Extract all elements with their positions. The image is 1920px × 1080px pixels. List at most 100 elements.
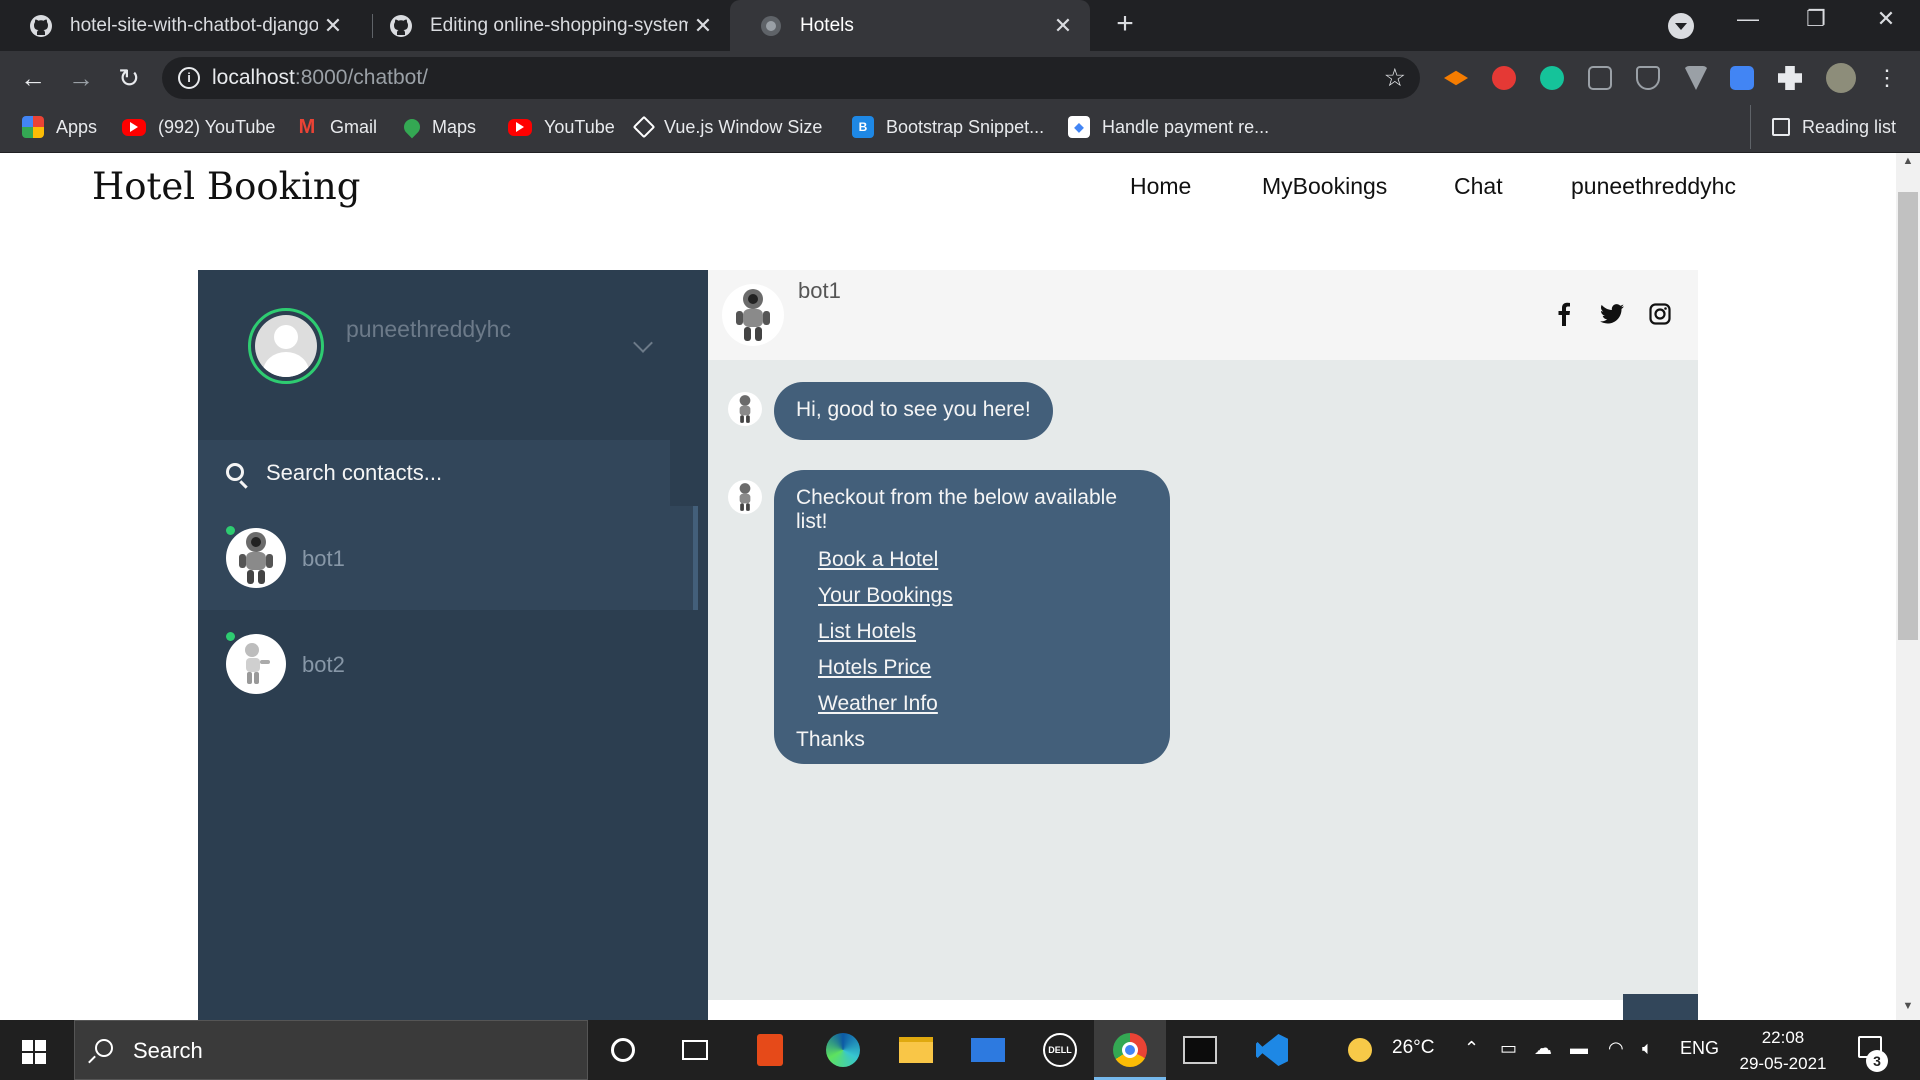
screen-capture-icon[interactable] (1730, 66, 1754, 90)
bookmark-gmail[interactable]: M Gmail (296, 105, 377, 149)
instagram-icon[interactable] (1646, 300, 1674, 328)
attachment-icon[interactable] (1563, 1000, 1623, 1020)
cortana-icon[interactable] (603, 1030, 643, 1070)
nav-chat[interactable]: Chat (1454, 173, 1503, 200)
tab-hotels[interactable]: Hotels ✕ (730, 0, 1090, 51)
tab-github-editing[interactable]: Editing online-shopping-system- ✕ (360, 0, 730, 51)
bot-avatar-icon (226, 634, 286, 694)
restore-icon[interactable]: ❐ (1786, 6, 1846, 32)
site-brand[interactable]: Hotel Booking (92, 165, 360, 208)
message-input[interactable] (708, 1000, 1563, 1020)
terminal-icon[interactable] (1180, 1030, 1220, 1070)
bookmark-bootstrap-snippet[interactable]: B Bootstrap Snippet... (852, 105, 1044, 149)
tab-search-icon[interactable] (1668, 13, 1694, 39)
battery-icon[interactable]: ▬ (1570, 1038, 1588, 1059)
reading-list-label: Reading list (1802, 116, 1897, 137)
bookmark-apps[interactable]: Apps (22, 105, 97, 149)
bookmark-youtube-992[interactable]: (992) YouTube (122, 105, 275, 149)
bookmark-handle-payment[interactable]: ◆ Handle payment re... (1068, 105, 1269, 149)
extension-code-icon[interactable] (1588, 66, 1612, 90)
wifi-icon[interactable]: ◠ (1608, 1038, 1624, 1059)
volume-icon[interactable]: 🔈︎ (1642, 1038, 1653, 1059)
weather-moon-icon[interactable] (1348, 1038, 1372, 1062)
nav-user[interactable]: puneethreddyhc (1571, 173, 1736, 200)
nav-home[interactable]: Home (1130, 173, 1191, 200)
message-outro: Thanks (796, 728, 865, 751)
payment-icon: ◆ (1068, 116, 1090, 138)
site-info-icon[interactable]: i (178, 67, 200, 89)
clock-time: 22:08 (1761, 1028, 1805, 1047)
onedrive-icon[interactable]: ☁ (1534, 1038, 1552, 1059)
browser-tab-bar: hotel-site-with-chatbot-django-n ✕ Editi… (0, 0, 1920, 51)
menu-kebab-icon[interactable]: ⋮ (1870, 61, 1904, 95)
close-window-icon[interactable]: ✕ (1856, 6, 1916, 32)
chevron-up-icon[interactable]: ⌃ (1464, 1038, 1479, 1059)
url-text[interactable]: localhost:8000/chatbot/ (212, 66, 428, 90)
address-bar[interactable]: i localhost:8000/chatbot/ ☆ (162, 57, 1420, 99)
task-view-icon[interactable] (675, 1030, 715, 1070)
back-arrow-icon[interactable]: ← (16, 61, 50, 95)
vscode-icon[interactable] (1252, 1030, 1292, 1070)
reload-icon[interactable]: ↻ (112, 61, 146, 95)
send-button[interactable] (1623, 994, 1698, 1020)
meet-now-icon[interactable]: ▭ (1500, 1038, 1517, 1059)
search-icon (226, 463, 244, 481)
bookmark-star-icon[interactable]: ☆ (1384, 63, 1406, 93)
close-tab-icon[interactable]: ✕ (1048, 13, 1078, 39)
profile-avatar-icon[interactable] (1826, 63, 1856, 93)
file-explorer-icon[interactable] (896, 1030, 936, 1070)
chat-header-name: bot1 (798, 278, 841, 303)
tab-title: hotel-site-with-chatbot-django-n (70, 14, 318, 36)
weather-temp[interactable]: 26°C (1392, 1037, 1434, 1059)
office-icon[interactable] (750, 1030, 790, 1070)
close-tab-icon[interactable]: ✕ (688, 13, 718, 39)
tab-title: Editing online-shopping-system- (430, 14, 688, 36)
link-your-bookings[interactable]: Your Bookings (818, 578, 1148, 614)
bookmark-youtube[interactable]: YouTube (508, 105, 615, 149)
contact-search[interactable]: Search contacts... (198, 440, 670, 506)
minimize-icon[interactable]: — (1718, 6, 1778, 32)
link-list-hotels[interactable]: List Hotels (818, 614, 1148, 650)
extension-stop-icon[interactable] (1492, 66, 1516, 90)
taskbar-search-label: Search (133, 1038, 203, 1063)
chrome-icon[interactable] (1110, 1030, 1150, 1070)
reading-list-button[interactable]: Reading list (1772, 105, 1896, 149)
forward-arrow-icon[interactable]: → (64, 61, 98, 95)
new-tab-button[interactable]: + (1108, 8, 1142, 42)
search-input[interactable]: Search contacts... (266, 460, 442, 486)
profile-avatar[interactable] (248, 308, 324, 384)
link-hotels-price[interactable]: Hotels Price (818, 650, 1148, 686)
message-bubble: Hi, good to see you here! (774, 382, 1053, 440)
github-icon (28, 13, 54, 39)
windows-start-icon[interactable] (22, 1040, 46, 1064)
edge-icon[interactable] (823, 1030, 863, 1070)
twitter-icon[interactable] (1598, 300, 1626, 328)
taskbar-search[interactable]: Search (74, 1020, 588, 1080)
chevron-down-icon[interactable] (633, 333, 653, 353)
tab-github-hotel-site[interactable]: hotel-site-with-chatbot-django-n ✕ (0, 0, 360, 51)
bookmark-vue-window-size[interactable]: Vue.js Window Size (632, 105, 822, 149)
dell-icon[interactable]: DELL (1040, 1030, 1080, 1070)
extensions-puzzle-icon[interactable] (1778, 66, 1802, 90)
link-book-hotel[interactable]: Book a Hotel (818, 542, 1148, 578)
contact-name: bot2 (302, 652, 345, 677)
browser-toolbar: ← → ↻ i localhost:8000/chatbot/ ☆ ⋮ (0, 51, 1920, 105)
extension-orange-icon[interactable] (1444, 70, 1468, 86)
mail-icon[interactable] (968, 1030, 1008, 1070)
nav-mybookings[interactable]: MyBookings (1262, 173, 1387, 200)
language-indicator[interactable]: ENG (1680, 1038, 1719, 1059)
vuejs-devtools-icon[interactable] (1684, 66, 1708, 90)
link-weather-info[interactable]: Weather Info (818, 686, 1148, 722)
grammarly-icon[interactable] (1540, 66, 1564, 90)
scroll-up-arrow-icon[interactable]: ▲ (1896, 155, 1920, 175)
taskbar-clock[interactable]: 22:08 29-05-2021 (1734, 1025, 1832, 1077)
contact-bot2[interactable]: bot2 (198, 612, 698, 716)
bookmark-maps[interactable]: Maps (400, 105, 476, 149)
scrollbar-thumb[interactable] (1898, 192, 1918, 640)
scroll-down-arrow-icon[interactable]: ▼ (1896, 1000, 1920, 1020)
bot-avatar-icon (722, 284, 784, 346)
facebook-icon[interactable] (1550, 300, 1578, 328)
shield-icon[interactable] (1636, 66, 1660, 90)
close-tab-icon[interactable]: ✕ (318, 13, 348, 39)
contact-bot1[interactable]: bot1 (198, 506, 698, 610)
